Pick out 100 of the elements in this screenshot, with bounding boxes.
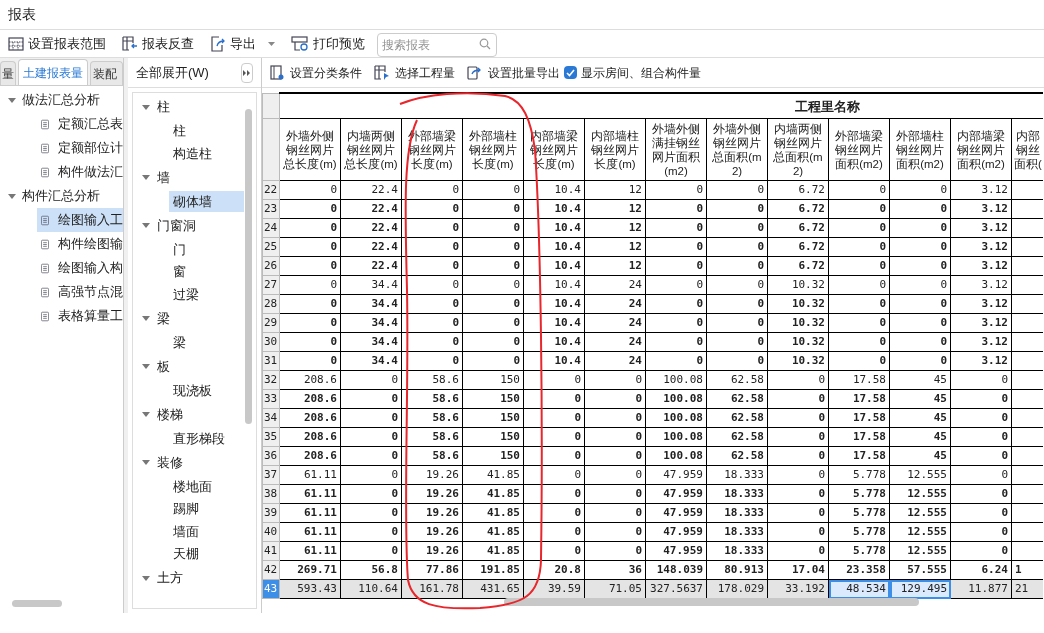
component-item[interactable]: 柱 xyxy=(169,120,244,142)
report-item[interactable]: 表格算量工 xyxy=(37,304,123,328)
component-item[interactable]: 窗 xyxy=(169,261,244,283)
table-cell: 0 xyxy=(645,256,707,276)
table-cursor-icon xyxy=(374,65,390,80)
report-item[interactable]: 定额汇总表 xyxy=(37,112,123,136)
table-cell: 19.26 xyxy=(401,541,463,561)
scrollbar[interactable] xyxy=(245,109,252,424)
component-item[interactable]: 天棚 xyxy=(169,543,244,565)
table-cell: 12.555 xyxy=(889,503,951,523)
toolbar-button[interactable]: 选择工程量 xyxy=(374,60,455,85)
scrollbar[interactable] xyxy=(504,598,919,606)
search-field[interactable]: 搜索报表 xyxy=(377,32,497,57)
table-cell: 6.24 xyxy=(950,560,1012,580)
tree-group[interactable]: 墙 xyxy=(133,165,256,190)
table-cell: 61.11 xyxy=(279,503,341,523)
tree-group[interactable]: 柱 xyxy=(133,95,256,119)
report-item[interactable]: 高强节点混 xyxy=(37,280,123,304)
table-cell: 0 xyxy=(340,522,402,542)
panel-tab[interactable]: 土建报表量 xyxy=(17,59,88,85)
tree-group[interactable]: 梁 xyxy=(133,306,256,331)
report-item[interactable]: 绘图输入构 xyxy=(37,256,123,280)
table-cell: 18.333 xyxy=(706,484,768,504)
checkbox[interactable] xyxy=(564,66,577,79)
table-cell: 191.85 xyxy=(462,560,524,580)
table-cell: 5.778 xyxy=(828,484,890,504)
toolbar-button[interactable]: 设置分类条件 xyxy=(270,60,362,85)
toolbar-button[interactable]: 设置报表范围 xyxy=(4,31,110,56)
table-cell: 0 xyxy=(523,465,585,485)
scrollbar[interactable] xyxy=(12,600,62,607)
table-cell: 18.333 xyxy=(706,522,768,542)
table-cell: 0 xyxy=(584,427,646,447)
table-cell: 10.4 xyxy=(523,275,585,295)
table-cell: 0 xyxy=(401,294,463,314)
table-cell: 12.555 xyxy=(889,484,951,504)
toolbar-button[interactable]: 导出 xyxy=(206,31,279,56)
document-icon xyxy=(41,285,49,299)
report-item[interactable]: 定额部位计 xyxy=(37,136,123,160)
panel-tab[interactable]: 装配 xyxy=(89,61,123,85)
table-cell: 150 xyxy=(462,389,524,409)
tree-group[interactable]: 楼梯 xyxy=(133,402,256,427)
table-cell: 269.71 xyxy=(279,560,341,580)
table-cell: 0 xyxy=(767,484,829,504)
table-cell: 19.26 xyxy=(401,484,463,504)
table-cell: 0 xyxy=(889,199,951,219)
table-cell: 0 xyxy=(645,294,707,314)
component-item[interactable]: 踢脚 xyxy=(169,498,244,520)
document-icon xyxy=(41,237,49,251)
table-cell: 20.8 xyxy=(523,560,585,580)
table-cell: 24 xyxy=(584,313,646,333)
table-cell: 5.778 xyxy=(828,541,890,561)
table-cell: 110.64 xyxy=(340,579,402,599)
table-cell: 61.11 xyxy=(279,541,341,561)
table-cell: 24 xyxy=(584,351,646,371)
tree-group[interactable]: 土方 xyxy=(133,566,256,590)
toolbar-button[interactable]: 设置批量导出 xyxy=(467,60,560,85)
table-cell: 0 xyxy=(523,370,585,390)
tree-group[interactable]: 板 xyxy=(133,354,256,379)
column-header: 外墙外侧满挂钢丝网片面积(m2) xyxy=(651,121,701,178)
collapse-triangle-icon xyxy=(142,175,150,180)
table-cell: 58.6 xyxy=(401,446,463,466)
panel-tab[interactable]: 量 xyxy=(0,61,16,85)
component-item[interactable]: 墙面 xyxy=(169,521,244,542)
tree-group[interactable]: 做法汇总分析 xyxy=(0,88,123,112)
window-title: 报表 xyxy=(8,5,36,24)
component-item[interactable]: 梁 xyxy=(169,332,244,353)
table-cell: 0 xyxy=(279,351,341,371)
table-cell: 208.6 xyxy=(279,427,341,447)
report-item[interactable]: 构件做法汇 xyxy=(37,160,123,184)
report-item[interactable]: 构件绘图输 xyxy=(37,232,123,256)
component-item[interactable]: 过梁 xyxy=(169,284,244,305)
component-item[interactable]: 砌体墙 xyxy=(169,191,244,212)
toolbar-button[interactable]: 报表反查 xyxy=(118,31,198,56)
component-item[interactable]: 构造柱 xyxy=(169,143,244,164)
table-cell: 61.11 xyxy=(279,465,341,485)
tree-group[interactable]: 构件汇总分析 xyxy=(0,184,123,208)
table-cell: 47.959 xyxy=(645,465,707,485)
table-cell: 17.58 xyxy=(828,370,890,390)
component-item[interactable]: 现浇板 xyxy=(169,380,244,401)
table-cell: 100.08 xyxy=(645,370,707,390)
table-cell: 0 xyxy=(462,275,524,295)
report-item[interactable]: 绘图输入工 xyxy=(37,208,123,232)
component-item[interactable]: 直形梯段 xyxy=(169,428,244,449)
tree-group[interactable]: 门窗洞 xyxy=(133,213,256,238)
table-cell: 100.08 xyxy=(645,389,707,409)
document-icon xyxy=(41,141,49,155)
component-item[interactable]: 门 xyxy=(169,239,244,260)
table-cell: 0 xyxy=(584,484,646,504)
toolbar-button[interactable]: 打印预览 xyxy=(287,31,369,56)
table-cell: 0 xyxy=(950,503,1012,523)
table-cell: 62.58 xyxy=(706,389,768,409)
table-cell: 5.778 xyxy=(828,522,890,542)
tree-group[interactable]: 装修 xyxy=(133,450,256,475)
table-cell: 47.959 xyxy=(645,541,707,561)
collapse-button[interactable] xyxy=(241,62,253,83)
checkbox-option[interactable]: 显示房间、组合构件量 xyxy=(564,63,701,82)
table-cell: 0 xyxy=(950,522,1012,542)
table-cell: 3.12 xyxy=(950,332,1012,352)
table-cell: 10.32 xyxy=(767,313,829,333)
component-item[interactable]: 楼地面 xyxy=(169,476,244,497)
